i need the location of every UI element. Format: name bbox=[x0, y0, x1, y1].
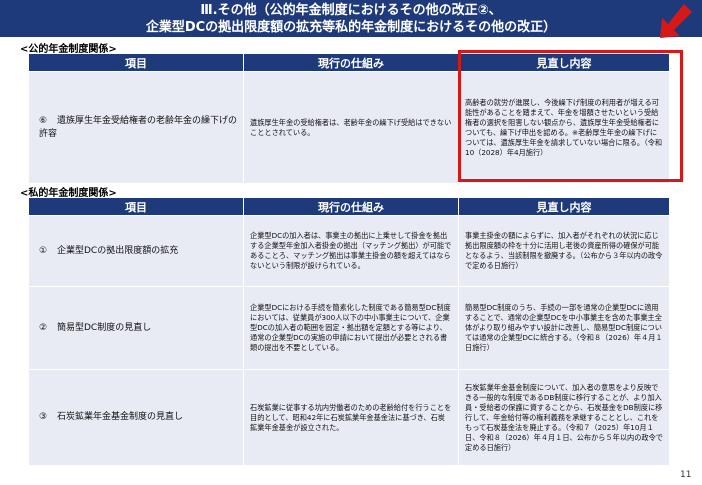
header-item: 項目 bbox=[28, 53, 244, 72]
red-highlight-box bbox=[458, 50, 683, 182]
item-cell: ③ 石炭鉱業年金基金制度の見直し bbox=[28, 369, 244, 466]
banner-line-2: 企業型DCの拠出限度額の拡充等私的年金制度におけるその他の改正） bbox=[145, 20, 557, 35]
current-cell: 石炭鉱業に従事する坑内労働者のための老齢給付を行うことを目的として、昭和42年に… bbox=[243, 369, 459, 466]
header-revision: 見直し内容 bbox=[458, 197, 670, 216]
item-cell: ① 企業型DCの拠出限度額の拡充 bbox=[28, 215, 244, 287]
current-cell: 企業型DCにおける手続を簡素化した制度である簡易型DC制度においては、従業員が3… bbox=[243, 286, 459, 370]
table-row: ③ 石炭鉱業年金基金制度の見直し 石炭鉱業に従事する坑内労働者のための老齢給付を行… bbox=[28, 369, 670, 466]
item-label: 石炭鉱業年金基金制度の見直し bbox=[57, 412, 184, 422]
banner-line-1: Ⅲ.その他（公的年金制度におけるその他の改正②、 bbox=[200, 3, 502, 18]
item-cell: ② 簡易型DC制度の見直し bbox=[28, 286, 244, 370]
page-number: 11 bbox=[680, 470, 692, 480]
table-row: ① 企業型DCの拠出限度額の拡充 企業型DCの加入者は、事業主の拠出に上乗せして掛… bbox=[28, 215, 670, 287]
table-header-row: 項目 現行の仕組み 見直し内容 bbox=[28, 197, 670, 216]
item-number: ⑥ bbox=[39, 115, 48, 126]
revision-cell: 石炭鉱業年金基金制度について、加入者の意思をより反映できる一般的な制度であるDB… bbox=[458, 369, 670, 466]
header-current: 現行の仕組み bbox=[243, 197, 459, 216]
item-number: ① bbox=[39, 245, 48, 256]
revision-cell: 事業主掛金の額によらずに、加入者がそれぞれの状況に応じ拠出限度額の枠を十分に活用… bbox=[458, 215, 670, 287]
red-arrow-icon bbox=[660, 4, 692, 38]
current-cell: 遺族厚生年金の受給権者は、老齢年金の繰下げ受給はできないこととされている。 bbox=[243, 71, 459, 184]
private-pension-table: 項目 現行の仕組み 見直し内容 ① 企業型DCの拠出限度額の拡充 企業型DCの加入… bbox=[28, 197, 670, 466]
header-current: 現行の仕組み bbox=[243, 53, 459, 72]
current-cell: 企業型DCの加入者は、事業主の拠出に上乗せして掛金を拠出する企業型年金加入者掛金… bbox=[243, 215, 459, 287]
item-number: ③ bbox=[39, 412, 48, 422]
item-number: ② bbox=[39, 322, 48, 333]
item-label: 企業型DCの拠出限度額の拡充 bbox=[57, 245, 179, 256]
title-banner: Ⅲ.その他（公的年金制度におけるその他の改正②、 企業型DCの拠出限度額の拡充等… bbox=[0, 0, 702, 37]
header-item: 項目 bbox=[28, 197, 244, 216]
item-cell: ⑥ 遺族厚生年金受給権者の老齢年金の繰下げの許容 bbox=[28, 71, 244, 184]
item-label: 遺族厚生年金受給権者の老齢年金の繰下げの許容 bbox=[39, 115, 238, 139]
table-row: ② 簡易型DC制度の見直し 企業型DCにおける手続を簡素化した制度である簡易型DC… bbox=[28, 286, 670, 370]
revision-cell: 簡易型DC制度のうち、手続の一部を通常の企業型DCに適用することで、通常の企業型… bbox=[458, 286, 670, 370]
item-label: 簡易型DC制度の見直し bbox=[57, 322, 152, 333]
